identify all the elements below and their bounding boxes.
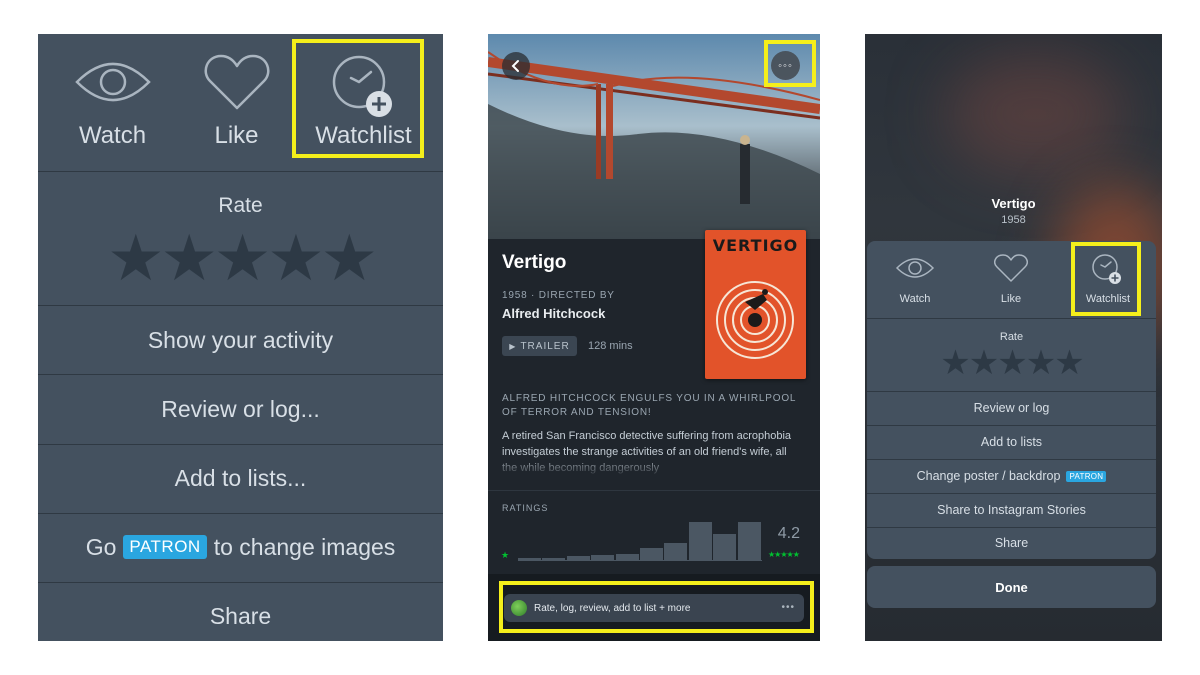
eye-icon	[74, 62, 151, 102]
average-rating: 4.2	[777, 525, 800, 542]
like-button[interactable]: Like	[169, 34, 304, 171]
divider	[867, 318, 1156, 319]
review-or-log-button[interactable]: Review or log	[867, 391, 1156, 425]
review-or-log-label: Review or log	[973, 401, 1050, 415]
change-poster-label: Change poster / backdrop	[916, 469, 1061, 483]
trailer-button[interactable]: ▶ TRAILER	[502, 336, 577, 356]
chevron-left-icon	[511, 60, 519, 72]
rate-label: Rate	[999, 331, 1024, 343]
done-label: Done	[995, 579, 1028, 595]
trailer-label: TRAILER	[520, 340, 570, 352]
share-button[interactable]: Share	[867, 526, 1156, 559]
watchlist-highlight	[292, 39, 424, 158]
show-activity-button[interactable]: Show your activity	[38, 306, 443, 374]
change-images-label: to change images	[213, 533, 396, 560]
histogram-bar	[640, 548, 663, 560]
actions-sheet-overlay: Vertigo 1958 Watch Like Watchlist Rate ★…	[865, 34, 1162, 641]
like-label: Like	[214, 122, 259, 149]
patron-badge: PATRON	[1066, 470, 1107, 482]
ratings-label: RATINGS	[502, 503, 549, 513]
watch-label: Watch	[899, 293, 931, 305]
film-meta: 1958 · DIRECTED BY	[502, 290, 615, 301]
film-detail-screen: ◦◦◦ Vertigo 1958 · DIRECTED BY Alfred Hi…	[488, 34, 820, 641]
tagline: ALFRED HITCHCOCK ENGULFS YOU IN A WHIRLP…	[502, 393, 796, 418]
histogram-bar	[688, 522, 712, 560]
runtime: 128 mins	[588, 340, 633, 352]
share-label: Share	[209, 602, 272, 629]
share-label: Share	[994, 536, 1029, 550]
eye-icon	[895, 258, 935, 278]
histogram-bar	[664, 543, 688, 560]
heart-icon	[994, 254, 1028, 282]
film-title: Vertigo	[502, 252, 567, 273]
min-star-icon: ★	[501, 550, 510, 560]
blurred-backdrop	[945, 54, 1125, 174]
watch-button[interactable]: Watch	[867, 241, 963, 318]
watchlist-highlight	[1071, 242, 1141, 316]
back-button[interactable]	[502, 52, 530, 80]
histogram-baseline	[518, 560, 762, 561]
add-to-lists-label: Add to lists	[980, 435, 1043, 449]
like-button[interactable]: Like	[963, 241, 1059, 318]
heart-icon	[204, 54, 269, 110]
go-label: Go	[85, 533, 117, 560]
star-rating[interactable]: ★★★★★	[38, 226, 443, 290]
more-button-highlight	[764, 40, 816, 87]
play-icon: ▶	[509, 341, 517, 351]
star-rating[interactable]: ★★★★★	[867, 345, 1156, 381]
share-instagram-button[interactable]: Share to Instagram Stories	[867, 493, 1156, 527]
done-button[interactable]: Done	[867, 566, 1156, 608]
like-label: Like	[1000, 293, 1022, 305]
patron-badge: PATRON	[123, 535, 207, 559]
divider	[38, 171, 443, 172]
review-or-log-button[interactable]: Review or log...	[38, 375, 443, 443]
histogram-bar	[737, 522, 761, 560]
divider	[488, 490, 820, 491]
change-poster-button[interactable]: Change poster / backdrop PATRON	[867, 459, 1156, 493]
rate-label: Rate	[218, 194, 263, 217]
synopsis-fade	[488, 454, 820, 478]
film-poster[interactable]: VERTIGO	[705, 230, 806, 379]
sheet-film-title: Vertigo	[991, 196, 1036, 211]
review-or-log-label: Review or log...	[161, 395, 320, 422]
add-to-lists-button[interactable]: Add to lists...	[38, 444, 443, 512]
watch-label: Watch	[78, 122, 147, 149]
go-patron-button[interactable]: Go PATRON to change images	[38, 513, 443, 581]
share-instagram-label: Share to Instagram Stories	[937, 503, 1086, 517]
add-to-lists-button[interactable]: Add to lists	[867, 425, 1156, 459]
add-to-lists-label: Add to lists...	[174, 464, 307, 491]
ratings-histogram[interactable]	[518, 522, 762, 560]
show-activity-label: Show your activity	[147, 326, 334, 353]
actions-bar-highlight	[499, 581, 814, 633]
share-button[interactable]: Share	[38, 582, 443, 641]
histogram-bar	[713, 534, 737, 560]
sheet-film-year: 1958	[1001, 214, 1026, 226]
poster-spiral-art	[716, 281, 794, 359]
watch-button[interactable]: Watch	[45, 34, 180, 171]
director-link[interactable]: Alfred Hitchcock	[502, 306, 605, 321]
max-stars-icon: ★★★★★	[768, 550, 800, 559]
